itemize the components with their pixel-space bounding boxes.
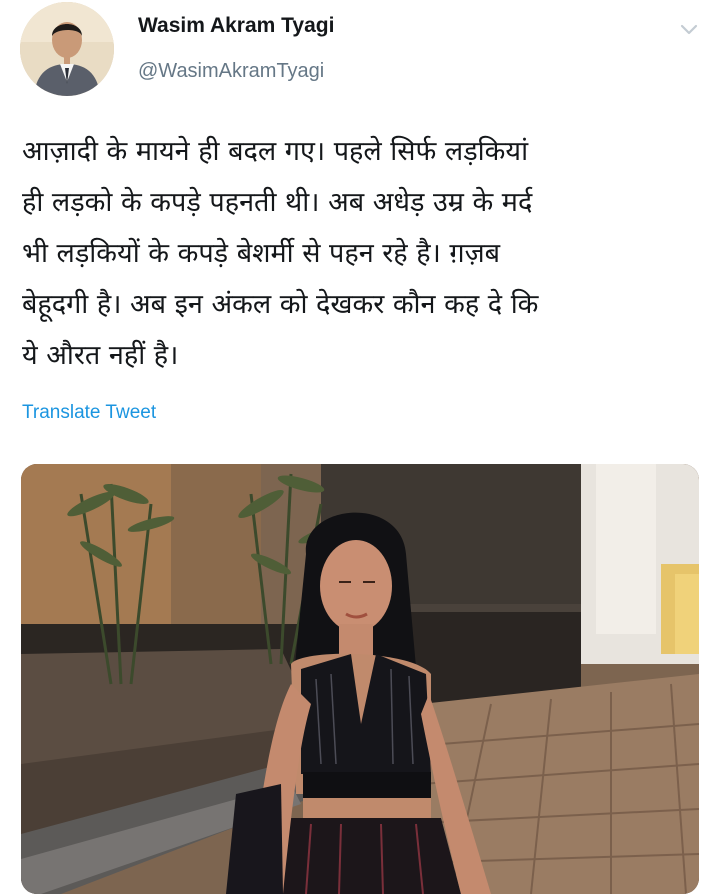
tweet-media-photo[interactable] [21,464,699,894]
tweet-text-line: भी लड़कियों के कपड़े बेशर्मी से पहन रहे … [22,238,501,269]
display-name[interactable]: Wasim Akram Tyagi [138,14,334,38]
tweet-text-line: बेहूदगी है। अब इन अंकल को देखकर कौन कह द… [22,289,539,320]
avatar[interactable] [20,2,114,96]
tweet-text-line: ये औरत नहीं है। [22,340,179,371]
avatar-image [20,2,114,96]
tweet-card: Wasim Akram Tyagi @WasimAkramTyagi आज़ाद… [0,0,720,894]
tweet-text: आज़ादी के मायने ही बदल गए। पहले सिर्फ लड… [22,126,702,381]
tweet-text-line: आज़ादी के मायने ही बदल गए। पहले सिर्फ लड… [22,136,529,167]
user-handle[interactable]: @WasimAkramTyagi [138,60,324,83]
tweet-text-line: ही लड़को के कपड़े पहनती थी। अब अधेड़ उम्… [22,187,533,218]
translate-tweet-link[interactable]: Translate Tweet [22,402,156,424]
chevron-down-icon[interactable] [679,22,699,36]
photo-image [21,464,699,894]
